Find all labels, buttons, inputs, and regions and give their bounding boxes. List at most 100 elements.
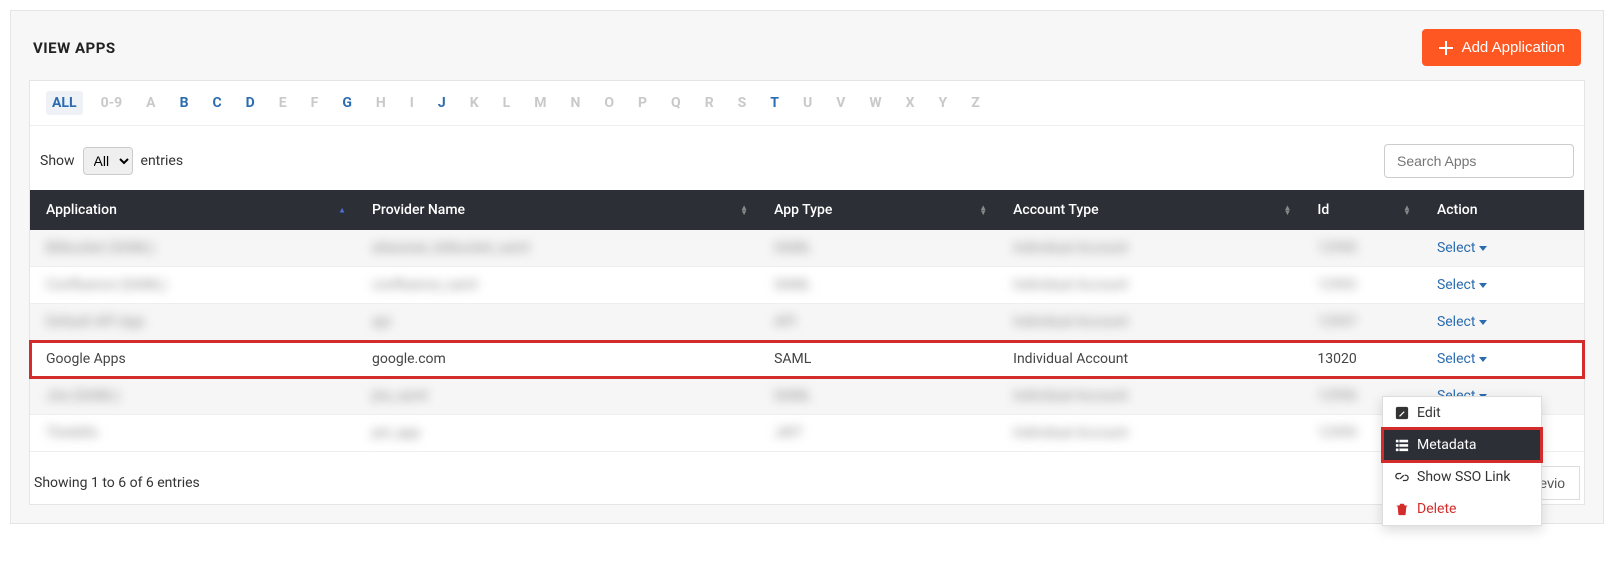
search-input[interactable] bbox=[1384, 144, 1574, 178]
cell-app: Default API App bbox=[46, 314, 144, 330]
alpha-tab-l[interactable]: L bbox=[497, 91, 517, 115]
add-application-label: Add Application bbox=[1462, 39, 1565, 56]
cell-type: SAML bbox=[774, 277, 811, 293]
caret-down-icon bbox=[1479, 357, 1487, 362]
col-header-id[interactable]: Id ▲▼ bbox=[1301, 190, 1421, 230]
apps-table: Application ▲ Provider Name ▲▼ App Type … bbox=[30, 190, 1584, 452]
alpha-tab-b[interactable]: B bbox=[174, 91, 195, 115]
alpha-tab-p[interactable]: P bbox=[632, 91, 653, 115]
select-action[interactable]: Select bbox=[1437, 314, 1487, 330]
show-label-pre: Show bbox=[40, 153, 75, 169]
cell-type: API bbox=[774, 314, 796, 330]
alpha-tab-e[interactable]: E bbox=[273, 91, 293, 115]
alpha-tab-g[interactable]: G bbox=[336, 91, 358, 115]
table-row: Bitbucket (SAML) atlassian_bitbucket_saml… bbox=[30, 230, 1584, 267]
cell-prov: jwt_app bbox=[372, 425, 420, 441]
cell-prov: atlassian_bitbucket_saml bbox=[372, 240, 529, 256]
sort-icon: ▲▼ bbox=[740, 205, 748, 215]
alpha-tab-c[interactable]: C bbox=[207, 91, 228, 115]
alpha-tab-q[interactable]: Q bbox=[665, 91, 687, 115]
alpha-tab-x[interactable]: X bbox=[900, 91, 921, 115]
trash-icon bbox=[1395, 502, 1409, 516]
cell-id: 13020 bbox=[1317, 351, 1356, 367]
alpha-filter: ALL 0-9 ABCDEFGHIJKLMNOPQRSTUVWXYZ bbox=[30, 81, 1584, 126]
cell-type: SAML bbox=[774, 351, 811, 367]
col-header-accounttype[interactable]: Account Type ▲▼ bbox=[997, 190, 1301, 230]
cell-app: Bitbucket (SAML) bbox=[46, 240, 155, 256]
table-row: Google Apps google.com SAML Individual Acco… bbox=[30, 341, 1584, 378]
cell-acct: Individual Account bbox=[1013, 314, 1128, 330]
add-application-button[interactable]: Add Application bbox=[1422, 29, 1581, 66]
col-header-provider[interactable]: Provider Name ▲▼ bbox=[356, 190, 758, 230]
cell-acct: Individual Account bbox=[1013, 277, 1128, 293]
alpha-tab-0-9[interactable]: 0-9 bbox=[95, 91, 129, 115]
sort-icon: ▲▼ bbox=[1403, 205, 1411, 215]
edit-icon bbox=[1395, 406, 1409, 420]
alpha-tab-f[interactable]: F bbox=[305, 91, 325, 115]
action-dropdown: Edit Metadata Show SSO Link Delete bbox=[1382, 396, 1542, 526]
cell-id: 12999 bbox=[1317, 425, 1356, 441]
caret-down-icon bbox=[1479, 320, 1487, 325]
alpha-tab-v[interactable]: V bbox=[830, 91, 851, 115]
cell-id: 12997 bbox=[1317, 314, 1356, 330]
alpha-tab-r[interactable]: R bbox=[699, 91, 720, 115]
cell-type: JWT bbox=[774, 425, 803, 441]
alpha-tab-m[interactable]: M bbox=[528, 91, 552, 115]
dropdown-edit[interactable]: Edit bbox=[1383, 397, 1541, 429]
plus-icon bbox=[1438, 40, 1454, 56]
cell-prov: api bbox=[372, 314, 391, 330]
alpha-tab-y[interactable]: Y bbox=[933, 91, 954, 115]
show-label-post: entries bbox=[141, 153, 184, 169]
cell-acct: Individual Account bbox=[1013, 351, 1128, 367]
col-header-application[interactable]: Application ▲ bbox=[30, 190, 356, 230]
select-action[interactable]: Select bbox=[1437, 277, 1487, 293]
alpha-tab-a[interactable]: A bbox=[140, 91, 161, 115]
col-header-apptype[interactable]: App Type ▲▼ bbox=[758, 190, 997, 230]
cell-acct: Individual Account bbox=[1013, 425, 1128, 441]
alpha-tab-k[interactable]: K bbox=[464, 91, 485, 115]
table-row: Jira (SAML)jira_samlSAMLIndividual Accou… bbox=[30, 378, 1584, 415]
alpha-tab-j[interactable]: J bbox=[432, 91, 452, 115]
select-action[interactable]: Select bbox=[1437, 240, 1487, 256]
link-icon bbox=[1395, 470, 1409, 484]
cell-app: Thinkific bbox=[46, 425, 99, 441]
table-info: Showing 1 to 6 of 6 entries bbox=[34, 475, 200, 491]
entries-select[interactable]: All bbox=[83, 147, 133, 175]
alpha-tab-n[interactable]: N bbox=[564, 91, 586, 115]
alpha-tab-u[interactable]: U bbox=[797, 91, 818, 115]
alpha-tab-w[interactable]: W bbox=[863, 91, 887, 115]
caret-down-icon bbox=[1479, 246, 1487, 251]
list-icon bbox=[1395, 438, 1409, 452]
select-action[interactable]: Select bbox=[1437, 351, 1487, 367]
view-apps-panel: VIEW APPS Add Application ALL0-9ABCDEFGH… bbox=[10, 10, 1604, 524]
alpha-tab-all[interactable]: ALL bbox=[46, 91, 83, 115]
alpha-tab-d[interactable]: D bbox=[240, 91, 261, 115]
table-row: Default API App api API Individual Account 1… bbox=[30, 304, 1584, 341]
alpha-tab-s[interactable]: S bbox=[732, 91, 753, 115]
cell-prov: google.com bbox=[372, 351, 446, 367]
alpha-tab-i[interactable]: I bbox=[404, 91, 420, 115]
cell-app: Confluence (SAML) bbox=[46, 277, 167, 293]
sort-asc-icon: ▲ bbox=[338, 208, 346, 213]
cell-type: SAML bbox=[774, 388, 811, 404]
sort-icon: ▲▼ bbox=[1283, 205, 1291, 215]
cell-app: Jira (SAML) bbox=[46, 388, 120, 404]
col-header-action: Action bbox=[1421, 190, 1584, 230]
dropdown-delete[interactable]: Delete bbox=[1383, 493, 1541, 525]
alpha-tab-t[interactable]: T bbox=[764, 91, 785, 115]
cell-app: Google Apps bbox=[46, 351, 126, 367]
cell-id: 12996 bbox=[1317, 388, 1356, 404]
table-row: Thinkific jwt_app JWT Individual Account 129… bbox=[30, 415, 1584, 452]
alpha-tab-z[interactable]: Z bbox=[965, 91, 986, 115]
dropdown-show-sso[interactable]: Show SSO Link bbox=[1383, 461, 1541, 493]
caret-down-icon bbox=[1479, 283, 1487, 288]
cell-id: 12992 bbox=[1317, 277, 1356, 293]
dropdown-metadata[interactable]: Metadata bbox=[1383, 429, 1541, 461]
cell-acct: Individual Account bbox=[1013, 240, 1128, 256]
sort-icon: ▲▼ bbox=[979, 205, 987, 215]
alpha-tab-h[interactable]: H bbox=[370, 91, 392, 115]
alpha-tab-o[interactable]: O bbox=[598, 91, 620, 115]
cell-id: 12990 bbox=[1317, 240, 1356, 256]
cell-prov: confluence_saml bbox=[372, 277, 477, 293]
table-row: Confluence (SAML) confluence_saml SAML Indi… bbox=[30, 267, 1584, 304]
